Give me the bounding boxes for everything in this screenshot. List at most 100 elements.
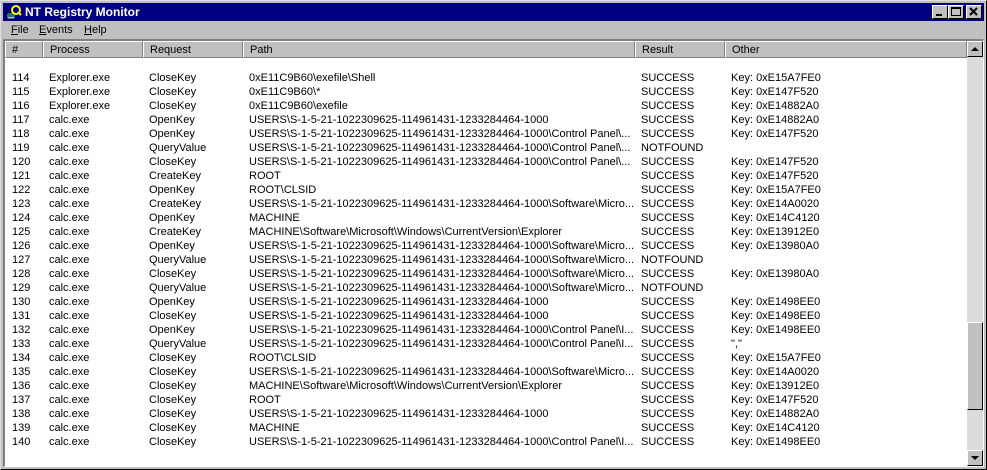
row-path: USERS\S-1-5-21-1022309625-114961431-1233… bbox=[249, 114, 549, 126]
table-row[interactable]: 121 calc.exe CreateKey ROOT SUCCESS Key: 0xE1… bbox=[5, 169, 967, 183]
row-path: ROOT bbox=[249, 170, 281, 182]
row-path: USERS\S-1-5-21-1022309625-114961431-1233… bbox=[249, 436, 634, 448]
menu-file[interactable]: File bbox=[11, 24, 29, 36]
table-row[interactable]: 128 calc.exe CloseKey USERS\S-1-5-21-102230… bbox=[5, 267, 967, 281]
table-row[interactable]: 139 calc.exe CloseKey MACHINE SUCCESS Key: 0x… bbox=[5, 421, 967, 435]
scroll-thumb[interactable] bbox=[967, 322, 983, 410]
row-request: OpenKey bbox=[149, 184, 195, 196]
maximize-button[interactable] bbox=[948, 5, 964, 19]
row-other: Key: 0xE13912E0 bbox=[731, 380, 820, 392]
table-row[interactable]: 134 calc.exe CloseKey ROOT\CLSID SUCCESS Key:… bbox=[5, 351, 967, 365]
row-process: calc.exe bbox=[49, 310, 90, 322]
row-path: ROOT\CLSID bbox=[249, 352, 317, 364]
table-row[interactable]: 118 calc.exe OpenKey USERS\S-1-5-21-1022309… bbox=[5, 127, 967, 141]
maximize-icon bbox=[951, 7, 961, 16]
column-header-result[interactable]: Result bbox=[635, 41, 725, 58]
row-request: OpenKey bbox=[149, 240, 195, 252]
column-header-path[interactable]: Path bbox=[243, 41, 635, 58]
row-number: 131 bbox=[12, 310, 31, 322]
row-path: USERS\S-1-5-21-1022309625-114961431-1233… bbox=[249, 366, 635, 378]
row-result: SUCCESS bbox=[641, 296, 695, 308]
row-process: calc.exe bbox=[49, 338, 90, 350]
row-request: OpenKey bbox=[149, 296, 195, 308]
row-number: 123 bbox=[12, 198, 31, 210]
table-row[interactable]: 124 calc.exe OpenKey MACHINE SUCCESS Key: 0xE… bbox=[5, 211, 967, 225]
menu-help[interactable]: Help bbox=[84, 24, 107, 36]
vertical-scrollbar[interactable] bbox=[967, 41, 983, 466]
row-result: SUCCESS bbox=[641, 408, 695, 420]
table-row[interactable]: 126 calc.exe OpenKey USERS\S-1-5-21-1022309… bbox=[5, 239, 967, 253]
row-other: Key: 0xE13980A0 bbox=[731, 240, 820, 252]
table-row[interactable]: 136 calc.exe CloseKey MACHINE\Software\Micr… bbox=[5, 379, 967, 393]
table-row[interactable]: 114 Explorer.exe CloseKey 0xE11C9B60\exefil… bbox=[5, 71, 967, 85]
row-request: OpenKey bbox=[149, 114, 195, 126]
table-row[interactable]: 119 calc.exe QueryValue USERS\S-1-5-21-1022… bbox=[5, 141, 967, 155]
table-row[interactable]: 122 calc.exe OpenKey ROOT\CLSID SUCCESS Key: … bbox=[5, 183, 967, 197]
row-other: Key: 0xE14C4120 bbox=[731, 422, 820, 434]
table-row[interactable]: 130 calc.exe OpenKey USERS\S-1-5-21-1022309… bbox=[5, 295, 967, 309]
event-list[interactable]: # Process Request Path Result Other 114 E… bbox=[3, 39, 984, 467]
table-row[interactable]: 123 calc.exe CreateKey USERS\S-1-5-21-10223… bbox=[5, 197, 967, 211]
table-row[interactable]: 120 calc.exe CloseKey USERS\S-1-5-21-102230… bbox=[5, 155, 967, 169]
row-number: 140 bbox=[12, 436, 31, 448]
row-result: NOTFOUND bbox=[641, 282, 704, 294]
row-result: SUCCESS bbox=[641, 226, 695, 238]
row-result: SUCCESS bbox=[641, 240, 695, 252]
table-row[interactable]: 137 calc.exe CloseKey ROOT SUCCESS Key: 0xE14… bbox=[5, 393, 967, 407]
row-number: 136 bbox=[12, 380, 31, 392]
table-row[interactable]: 135 calc.exe CloseKey USERS\S-1-5-21-102230… bbox=[5, 365, 967, 379]
row-process: calc.exe bbox=[49, 114, 90, 126]
row-path: USERS\S-1-5-21-1022309625-114961431-1233… bbox=[249, 282, 635, 294]
column-header-number[interactable]: # bbox=[5, 41, 43, 58]
row-request: CloseKey bbox=[149, 436, 197, 448]
column-header-process[interactable]: Process bbox=[43, 41, 143, 58]
table-row[interactable]: 140 calc.exe CloseKey USERS\S-1-5-21-102230… bbox=[5, 435, 967, 449]
row-other: Key: 0xE1498EE0 bbox=[731, 436, 821, 448]
row-request: CreateKey bbox=[149, 226, 201, 238]
row-result: NOTFOUND bbox=[641, 254, 704, 266]
minimize-button[interactable] bbox=[932, 5, 948, 19]
scroll-up-button[interactable] bbox=[967, 41, 983, 57]
column-header-request[interactable]: Request bbox=[143, 41, 243, 58]
scroll-down-button[interactable] bbox=[967, 450, 983, 466]
table-row[interactable]: 132 calc.exe OpenKey USERS\S-1-5-21-1022309… bbox=[5, 323, 967, 337]
row-result: NOTFOUND bbox=[641, 142, 704, 154]
row-other: Key: 0xE14C4120 bbox=[731, 212, 820, 224]
registry-monitor-window: NT Registry Monitor File Events Help # P… bbox=[0, 0, 987, 470]
row-number: 119 bbox=[12, 142, 30, 154]
row-result: SUCCESS bbox=[641, 72, 695, 84]
row-request: QueryValue bbox=[149, 338, 207, 350]
title-bar[interactable]: NT Registry Monitor bbox=[3, 3, 984, 21]
table-row[interactable]: 115 Explorer.exe CloseKey 0xE11C9B60\* SUCCE… bbox=[5, 85, 967, 99]
row-process: calc.exe bbox=[49, 184, 90, 196]
row-number: 134 bbox=[12, 352, 31, 364]
column-header-other[interactable]: Other bbox=[725, 41, 967, 58]
row-request: CloseKey bbox=[149, 100, 197, 112]
event-rows: 114 Explorer.exe CloseKey 0xE11C9B60\exefil… bbox=[5, 71, 967, 449]
close-button[interactable] bbox=[966, 5, 982, 19]
row-path: USERS\S-1-5-21-1022309625-114961431-1233… bbox=[249, 240, 635, 252]
table-row[interactable]: 131 calc.exe CloseKey USERS\S-1-5-21-102230… bbox=[5, 309, 967, 323]
table-row[interactable]: 116 Explorer.exe CloseKey 0xE11C9B60\exefil… bbox=[5, 99, 967, 113]
row-request: CloseKey bbox=[149, 408, 197, 420]
table-row[interactable]: 117 calc.exe OpenKey USERS\S-1-5-21-1022309… bbox=[5, 113, 967, 127]
row-process: calc.exe bbox=[49, 422, 90, 434]
row-other: Key: 0xE14882A0 bbox=[731, 100, 820, 112]
row-path: MACHINE\Software\Microsoft\Windows\Curre… bbox=[249, 380, 562, 392]
row-result: SUCCESS bbox=[641, 128, 695, 140]
row-number: 120 bbox=[12, 156, 31, 168]
row-number: 117 bbox=[12, 114, 30, 126]
row-request: QueryValue bbox=[149, 254, 207, 266]
row-path: USERS\S-1-5-21-1022309625-114961431-1233… bbox=[249, 296, 549, 308]
row-path: 0xE11C9B60\* bbox=[249, 86, 321, 98]
menu-events[interactable]: Events bbox=[39, 24, 73, 36]
row-process: calc.exe bbox=[49, 170, 90, 182]
row-request: OpenKey bbox=[149, 212, 195, 224]
table-row[interactable]: 129 calc.exe QueryValue USERS\S-1-5-21-1022… bbox=[5, 281, 967, 295]
table-row[interactable]: 138 calc.exe CloseKey USERS\S-1-5-21-102230… bbox=[5, 407, 967, 421]
table-row[interactable]: 127 calc.exe QueryValue USERS\S-1-5-21-1022… bbox=[5, 253, 967, 267]
arrow-down-icon bbox=[971, 456, 979, 460]
list-header: # Process Request Path Result Other bbox=[5, 41, 967, 58]
table-row[interactable]: 125 calc.exe CreateKey MACHINE\Software\Mic… bbox=[5, 225, 967, 239]
table-row[interactable]: 133 calc.exe QueryValue USERS\S-1-5-21-1022… bbox=[5, 337, 967, 351]
